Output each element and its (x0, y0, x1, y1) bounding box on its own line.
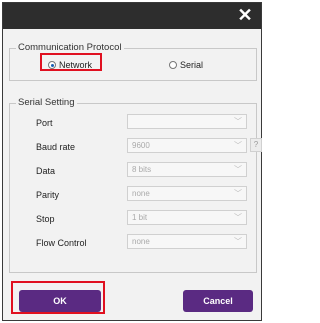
data-value: 8 bits (132, 165, 152, 174)
parity-label: Parity (36, 190, 60, 200)
parity-select[interactable]: none ﹀ (127, 186, 247, 201)
data-select[interactable]: 8 bits ﹀ (127, 162, 247, 177)
flow-control-value: none (132, 237, 150, 246)
parity-value: none (132, 189, 150, 198)
ok-highlight (11, 281, 105, 314)
baud-rate-label: Baud rate (36, 142, 76, 152)
chevron-down-icon: ﹀ (234, 165, 242, 174)
radio-serial-label: Serial (180, 60, 204, 70)
flow-control-select[interactable]: none ﹀ (127, 234, 247, 249)
baud-rate-select[interactable]: 9600 ﹀ (127, 138, 247, 153)
port-select[interactable]: ﹀ (127, 114, 247, 129)
help-button[interactable]: ? (250, 138, 262, 152)
chevron-down-icon: ﹀ (234, 141, 242, 150)
radio-serial[interactable]: Serial (169, 60, 203, 70)
stop-value: 1 bit (132, 213, 148, 222)
title-bar: ✕ (3, 3, 261, 29)
data-label: Data (36, 166, 56, 176)
chevron-down-icon: ﹀ (234, 213, 242, 222)
close-icon[interactable]: ✕ (235, 5, 255, 25)
chevron-down-icon: ﹀ (234, 189, 242, 198)
network-highlight (40, 53, 102, 71)
radio-serial-dot[interactable] (169, 61, 177, 69)
flow-control-label: Flow Control (36, 238, 87, 248)
dialog-window: ✕ Communication Protocol Network Serial … (2, 2, 262, 321)
chevron-down-icon: ﹀ (234, 237, 242, 246)
baud-rate-value: 9600 (132, 141, 150, 150)
stop-select[interactable]: 1 bit ﹀ (127, 210, 247, 225)
stop-label: Stop (36, 214, 55, 224)
serial-group-title: Serial Setting (16, 97, 77, 108)
chevron-down-icon: ﹀ (234, 117, 242, 126)
protocol-group-title: Communication Protocol (16, 42, 124, 53)
cancel-button[interactable]: Cancel (183, 290, 253, 312)
port-label: Port (36, 118, 53, 128)
